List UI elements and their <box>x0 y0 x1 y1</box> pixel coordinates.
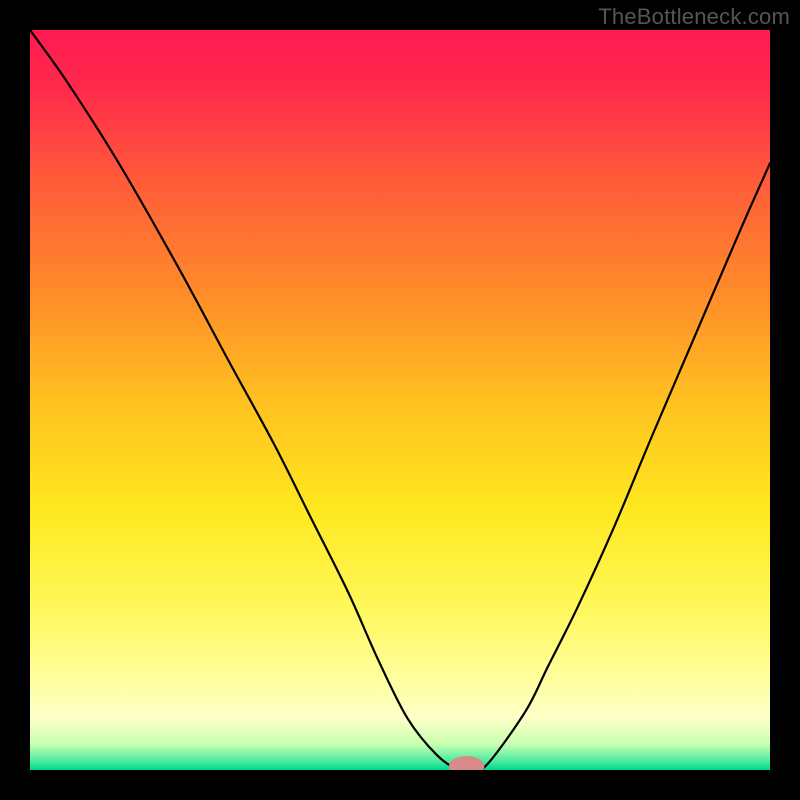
chart-svg <box>30 30 770 770</box>
gradient-background <box>30 30 770 770</box>
watermark-text: TheBottleneck.com <box>598 4 790 30</box>
chart-frame: TheBottleneck.com <box>0 0 800 800</box>
plot-area <box>30 30 770 770</box>
